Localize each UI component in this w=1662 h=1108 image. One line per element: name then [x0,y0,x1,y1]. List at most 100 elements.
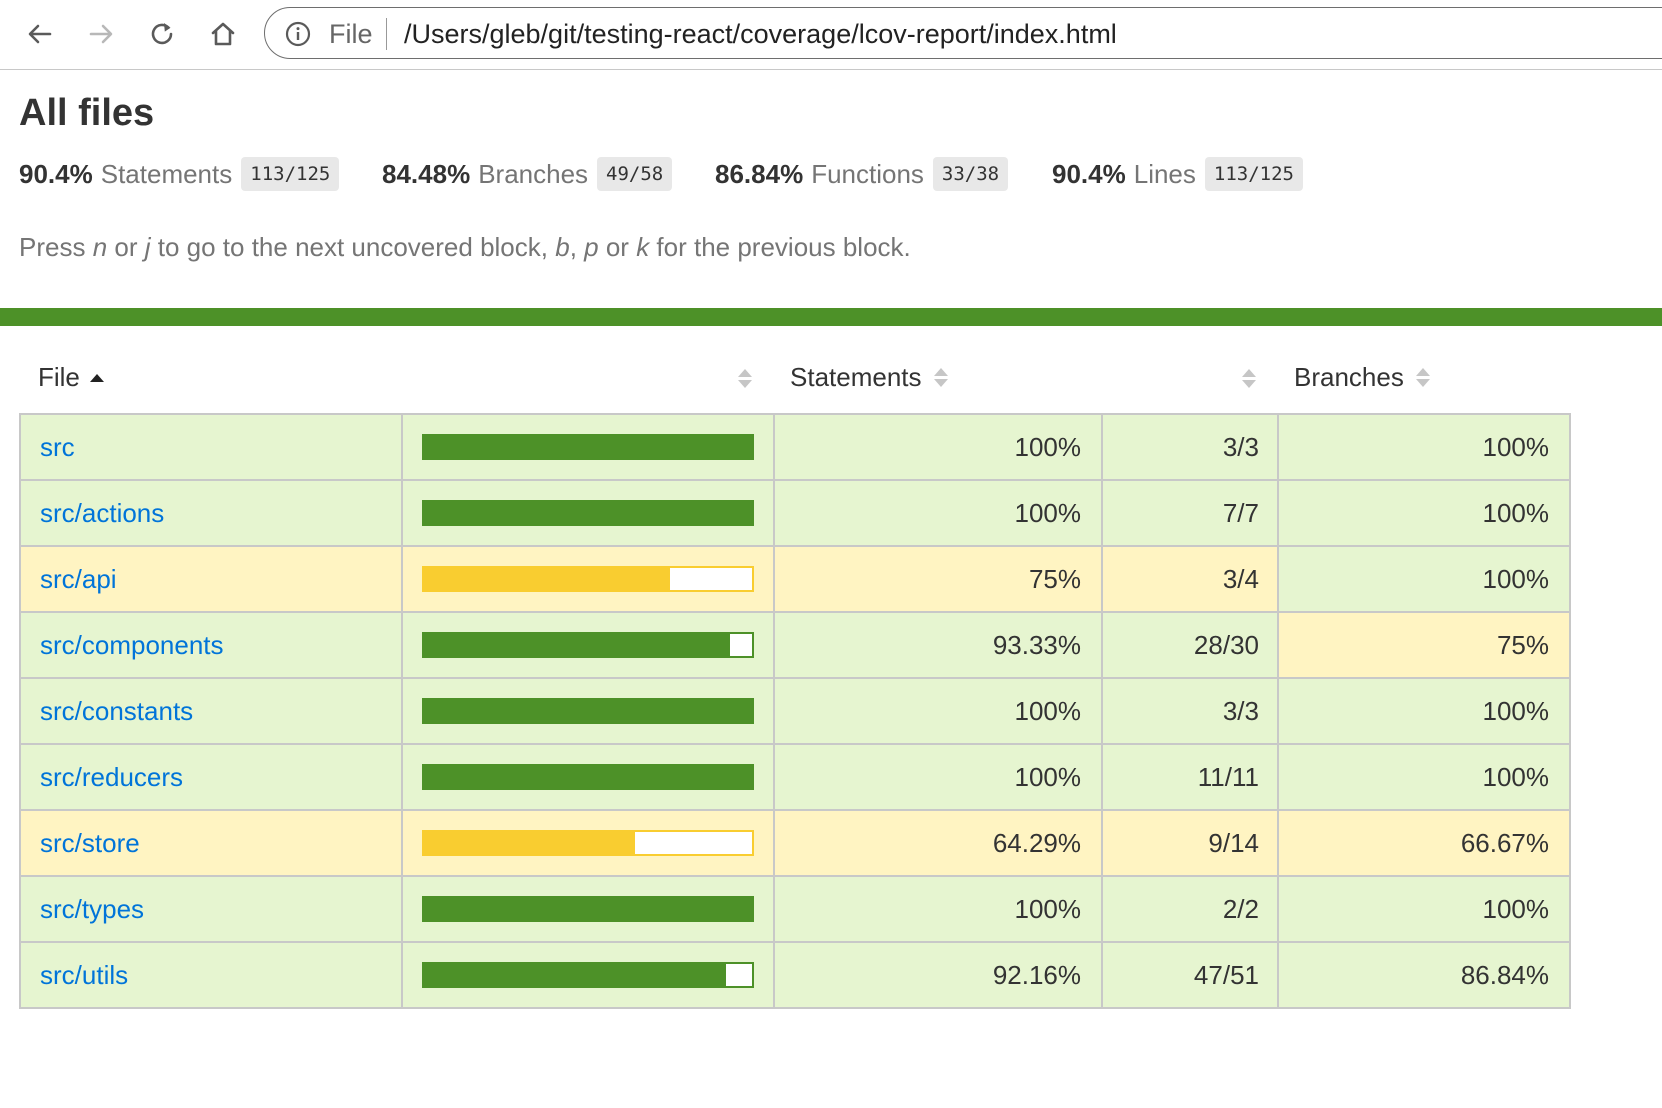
coverage-bar-cell [401,941,775,1009]
scheme-label: File [329,19,373,49]
column-header-file-label: File [38,362,80,392]
coverage-bar-fill [424,964,727,986]
table-row: src/reducers 100% 11/11 100% [19,743,1571,811]
coverage-bar [422,434,754,460]
column-header-file[interactable]: File [38,362,104,393]
browser-toolbar: File /Users/gleb/git/testing-react/cover… [0,0,1662,70]
coverage-bar-fill [424,700,752,722]
file-cell: src [19,413,403,481]
summary-statements: 90.4% Statements 113/125 [19,156,340,192]
hint-text: for the previous block. [649,232,911,262]
coverage-bar-fill [424,898,752,920]
coverage-table-body: src 100% 3/3 100% src/actions 100% 7/7 100% src/… [19,413,1571,1009]
branches-pct: 75% [1277,611,1571,679]
statements-fraction: 9/14 [1101,809,1279,877]
statements-fraction: 2/2 [1101,875,1279,943]
summary-functions-pct: 86.84% [715,158,804,189]
hint-key-k: k [636,232,650,262]
table-row: src/utils 92.16% 47/51 86.84% [19,941,1571,1009]
summary-branches-pct: 84.48% [382,158,471,189]
coverage-bar-cell [401,875,775,943]
statements-fraction: 7/7 [1101,479,1279,547]
statements-pct: 92.16% [773,941,1103,1009]
summary-statements-pct: 90.4% [19,158,93,189]
url-text[interactable]: /Users/gleb/git/testing-react/coverage/l… [404,19,1117,50]
coverage-bar-cell [401,611,775,679]
file-link[interactable]: src/reducers [40,762,183,792]
statements-pct: 100% [773,413,1103,481]
file-cell: src/components [19,611,403,679]
branches-pct: 100% [1277,875,1571,943]
statements-fraction: 3/3 [1101,677,1279,745]
coverage-bar [422,698,754,724]
address-bar[interactable]: File /Users/gleb/git/testing-react/cover… [264,7,1662,59]
file-cell: src/reducers [19,743,403,811]
summary-lines-label: Lines [1133,158,1196,189]
table-row: src 100% 3/3 100% [19,413,1571,481]
coverage-bar-cell [401,677,775,745]
statements-pct: 64.29% [773,809,1103,877]
table-row: src/components 93.33% 28/30 75% [19,611,1571,679]
file-link[interactable]: src/types [40,894,144,924]
coverage-bar-fill [424,568,670,590]
statements-fraction: 11/11 [1101,743,1279,811]
statements-fraction: 47/51 [1101,941,1279,1009]
column-header-branches-label: Branches [1294,362,1404,392]
coverage-bar-cell [401,809,775,877]
home-icon[interactable] [203,14,243,54]
coverage-bar [422,566,754,592]
hint-key-p: p [584,232,599,262]
branches-pct: 100% [1277,545,1571,613]
file-link[interactable]: src/components [40,630,224,660]
summary-functions: 86.84% Functions 33/38 [715,156,1009,192]
info-icon[interactable] [284,20,312,48]
sort-icon[interactable] [738,368,752,390]
statements-pct: 100% [773,479,1103,547]
summary-lines: 90.4% Lines 113/125 [1052,156,1303,192]
address-separator [386,18,387,50]
hint-text: or [107,232,145,262]
back-arrow-icon[interactable] [20,14,60,54]
reload-icon[interactable] [142,14,182,54]
file-link[interactable]: src/store [40,828,140,858]
summary-lines-pct: 90.4% [1052,158,1126,189]
table-row: src/store 64.29% 9/14 66.67% [19,809,1571,877]
summary-branches: 84.48% Branches 49/58 [382,156,673,192]
statements-fraction: 3/3 [1101,413,1279,481]
branches-pct: 66.67% [1277,809,1571,877]
branches-pct: 100% [1277,743,1571,811]
file-cell: src/api [19,545,403,613]
coverage-status-strip [0,308,1662,326]
file-link[interactable]: src/utils [40,960,128,990]
coverage-bar-fill [424,502,752,524]
coverage-bar-fill [424,766,752,788]
column-header-statements[interactable]: Statements [790,362,948,393]
summary-statements-label: Statements [100,158,233,189]
file-link[interactable]: src/api [40,564,117,594]
file-cell: src/types [19,875,403,943]
file-link[interactable]: src [40,432,75,462]
branches-pct: 100% [1277,479,1571,547]
coverage-bar [422,764,754,790]
page-title: All files [19,92,155,134]
coverage-bar [422,830,754,856]
coverage-bar-cell [401,479,775,547]
coverage-bar [422,632,754,658]
hint-text: , [569,232,585,262]
hint-text: to go to the next uncovered block, [150,232,556,262]
file-link[interactable]: src/constants [40,696,193,726]
statements-fraction: 3/4 [1101,545,1279,613]
file-link[interactable]: src/actions [40,498,164,528]
column-header-branches[interactable]: Branches [1294,362,1430,393]
hint-text: Press [19,232,93,262]
coverage-bar-cell [401,743,775,811]
coverage-bar [422,500,754,526]
summary-functions-fraction: 33/38 [932,157,1009,191]
sort-icon [933,367,948,389]
forward-arrow-icon[interactable] [81,14,121,54]
statements-pct: 100% [773,677,1103,745]
table-row: src/actions 100% 7/7 100% [19,479,1571,547]
statements-pct: 100% [773,875,1103,943]
sort-icon[interactable] [1242,368,1256,390]
table-row: src/constants 100% 3/3 100% [19,677,1571,745]
